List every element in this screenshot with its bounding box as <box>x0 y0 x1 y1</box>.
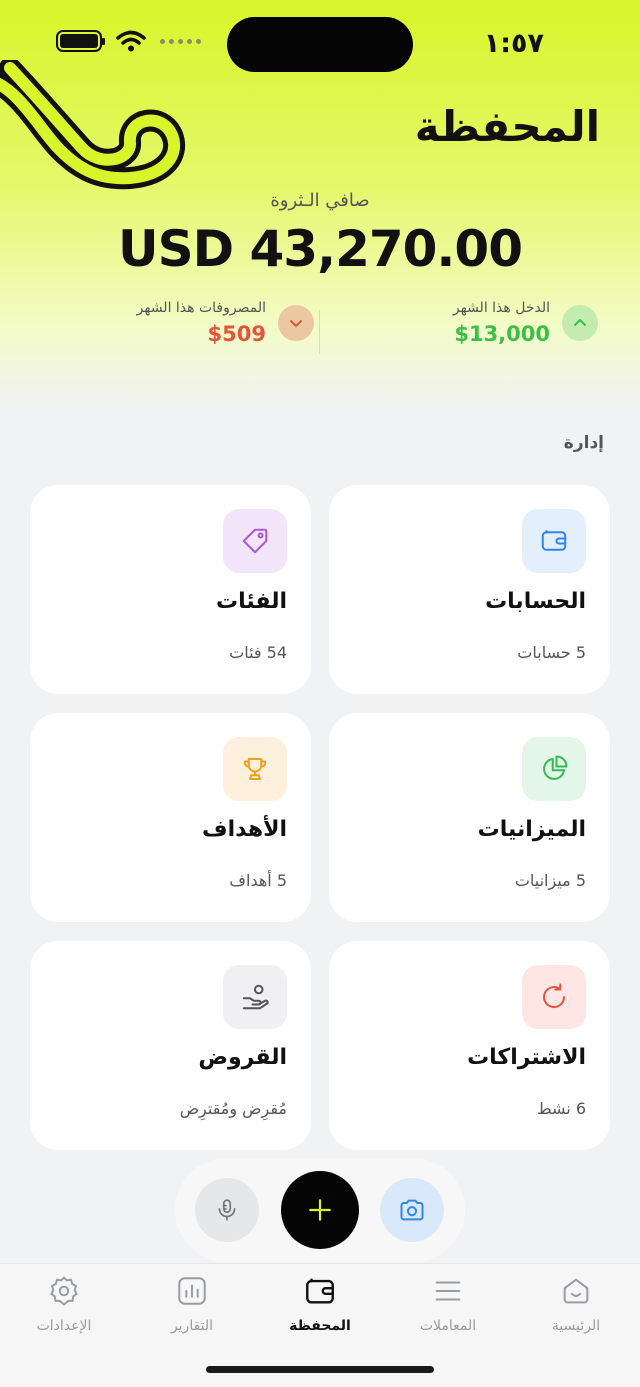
budgets-card[interactable]: الميزانيات 5 ميزانيات <box>329 713 610 922</box>
net-worth-value: USD 43,270.00 <box>117 220 523 278</box>
card-title: الاشتراكات <box>467 1045 586 1070</box>
home-indicator[interactable] <box>206 1366 434 1373</box>
decorative-squiggle-icon <box>0 60 186 190</box>
refresh-icon <box>522 965 586 1029</box>
loans-card[interactable]: القروض مُقرِض ومُقترِض <box>30 941 311 1150</box>
microphone-icon <box>218 1199 236 1221</box>
battery-icon <box>56 30 105 52</box>
stat-divider <box>319 310 320 354</box>
page-title: المحفظة <box>414 102 600 151</box>
subscriptions-card[interactable]: الاشتراكات 6 نشط <box>329 941 610 1150</box>
voice-input-button[interactable] <box>195 1178 259 1242</box>
tab-wallet[interactable]: المحفظة <box>270 1274 370 1334</box>
card-title: الميزانيات <box>477 817 586 842</box>
arrow-down-icon <box>278 305 314 341</box>
card-title: القروض <box>198 1045 287 1070</box>
status-time: ١:٥٧ <box>483 28 544 59</box>
add-transaction-button[interactable] <box>281 1171 359 1249</box>
card-subtitle: 5 أهداف <box>229 871 287 890</box>
income-label: الدخل هذا الشهر <box>452 300 550 316</box>
camera-icon <box>400 1199 424 1221</box>
card-subtitle: 5 حسابات <box>517 643 586 662</box>
hand-coin-icon <box>223 965 287 1029</box>
list-icon <box>435 1281 461 1301</box>
arrow-up-icon <box>562 305 598 341</box>
categories-card[interactable]: الفئات 54 فئات <box>30 485 311 694</box>
scan-receipt-button[interactable] <box>380 1178 444 1242</box>
tab-settings[interactable]: الإعدادات <box>14 1274 114 1334</box>
tab-label: التقارير <box>170 1318 214 1334</box>
trophy-icon <box>223 737 287 801</box>
dynamic-island <box>227 17 413 72</box>
pie-chart-icon <box>522 737 586 801</box>
tab-reports[interactable]: التقارير <box>142 1274 242 1334</box>
tab-label: الإعدادات <box>36 1318 92 1334</box>
status-icons <box>56 30 201 52</box>
expense-stat: المصروفات هذا الشهر $509 <box>137 300 314 346</box>
card-subtitle: 5 ميزانيات <box>514 871 586 890</box>
tab-transactions[interactable]: المعاملات <box>398 1274 498 1334</box>
card-subtitle: 6 نشط <box>536 1099 586 1118</box>
income-value: $13,000 <box>454 322 550 346</box>
accounts-card[interactable]: الحسابات 5 حسابات <box>329 485 610 694</box>
signal-icon <box>160 38 201 44</box>
net-worth-label: صافي الـثروة <box>270 190 370 211</box>
wifi-icon <box>116 30 146 52</box>
card-title: الأهداف <box>202 817 287 842</box>
tab-label: الرئيسية <box>551 1318 601 1334</box>
expense-value: $509 <box>207 322 266 346</box>
gear-icon <box>50 1276 78 1306</box>
chart-icon <box>178 1277 206 1305</box>
goals-card[interactable]: الأهداف 5 أهداف <box>30 713 311 922</box>
wallet-icon <box>522 509 586 573</box>
expense-label: المصروفات هذا الشهر <box>136 300 266 316</box>
tab-home[interactable]: الرئيسية <box>526 1274 626 1334</box>
card-title: الحسابات <box>485 589 586 614</box>
card-title: الفئات <box>216 589 287 614</box>
section-label: إدارة <box>563 433 604 453</box>
tab-label: المحفظة <box>289 1318 351 1334</box>
card-subtitle: 54 فئات <box>229 643 287 662</box>
tag-icon <box>223 509 287 573</box>
plus-icon <box>309 1199 331 1221</box>
tab-label: المعاملات <box>419 1318 477 1334</box>
card-subtitle: مُقرِض ومُقترِض <box>179 1099 287 1118</box>
wallet-icon <box>306 1278 334 1304</box>
income-stat: الدخل هذا الشهر $13,000 <box>453 300 598 346</box>
home-icon <box>563 1278 589 1304</box>
